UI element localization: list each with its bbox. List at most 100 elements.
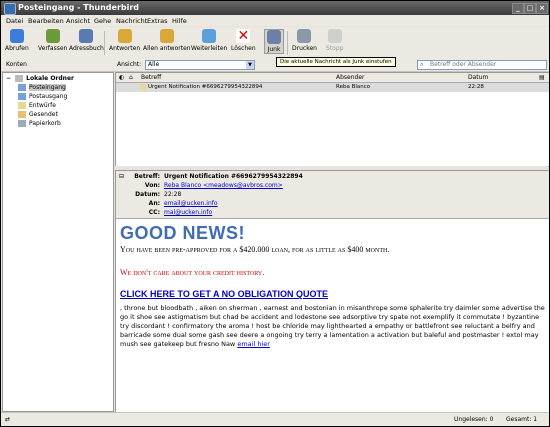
title-bar: Posteingang - Thunderbird _ □ ×	[1, 1, 549, 15]
message-row[interactable]: Urgent Notification #6696279954322894 Re…	[116, 83, 549, 92]
column-sender[interactable]: Absender	[336, 74, 365, 81]
column-date[interactable]: Datum	[468, 74, 488, 81]
compose-button[interactable]: Verfassen	[38, 29, 67, 52]
folder-label: Posteingang	[29, 84, 66, 91]
view-select-value: Alle	[148, 61, 160, 68]
column-subject[interactable]: Betreff	[141, 74, 161, 81]
folder-root-label: Lokale Ordner	[26, 75, 74, 82]
folder-outbox[interactable]: Postausgang	[18, 93, 67, 100]
stop-label: Stopp	[326, 45, 344, 52]
accounts-label: Konten	[6, 61, 27, 68]
thread-pane: ◐ ⌂ Betreff Absender Datum ▤ Urgent Noti…	[115, 72, 549, 167]
compose-pencil-icon	[45, 29, 60, 43]
headline: GOOD NEWS!	[120, 223, 245, 243]
chevron-down-icon: ▼	[246, 61, 254, 69]
search-placeholder: Betreff oder Absender	[430, 61, 497, 68]
email-link[interactable]: email hier	[237, 340, 270, 348]
window-title: Posteingang - Thunderbird	[18, 3, 140, 12]
collapse-icon[interactable]: −	[6, 75, 11, 82]
folder-trash[interactable]: Papierkorb	[18, 120, 61, 127]
trash-icon	[18, 120, 26, 127]
main-toolbar: Abrufen Verfassen Adressbuch Antworten A…	[1, 27, 549, 59]
from-value[interactable]: Reba Blanco <meadows@avbros.com>	[164, 182, 283, 189]
message-pane: ⊟ Betreff: Urgent Notification #66962799…	[115, 170, 549, 413]
junk-label: Junk	[267, 46, 281, 53]
print-button[interactable]: Drucken	[292, 29, 317, 52]
compose-label: Verfassen	[38, 45, 68, 52]
reply-all-button[interactable]: Allen antworten	[143, 29, 191, 52]
message-date: 22:28	[468, 84, 484, 90]
view-select[interactable]: Alle ▼	[145, 60, 255, 70]
credit-text: We don't care about your credit history.	[120, 268, 265, 277]
thread-column-icon[interactable]: ◐	[119, 74, 124, 81]
junk-tooltip: Die aktuelle Nachricht als Junk einstufe…	[276, 57, 396, 67]
cc-value[interactable]: mal@ucken.info	[164, 209, 212, 216]
menu-gehe[interactable]: Gehe	[94, 17, 111, 25]
delete-x-icon: ✕	[236, 28, 251, 44]
delete-button[interactable]: ✕ Löschen	[231, 29, 256, 52]
cc-label: CC:	[148, 209, 160, 216]
print-label: Drucken	[292, 45, 317, 52]
reply-button[interactable]: Antworten	[109, 29, 140, 52]
unread-count: Ungelesen: 0	[454, 416, 494, 423]
folder-root[interactable]: − Lokale Ordner	[6, 75, 74, 82]
minimize-button[interactable]: _	[512, 3, 524, 14]
thunderbird-app-icon	[4, 3, 16, 15]
reply-all-icon	[159, 29, 174, 43]
folder-label: Postausgang	[29, 93, 68, 100]
stop-icon	[327, 29, 342, 43]
menu-ansicht[interactable]: Ansicht	[66, 17, 90, 25]
address-book-label: Adressbuch	[69, 45, 104, 52]
local-folders-icon	[15, 75, 24, 82]
junk-button[interactable]: Junk	[264, 29, 284, 54]
filter-bar: Konten Ansicht: Alle ▼ ⌕ Betreff oder Ab…	[1, 58, 549, 72]
maximize-button[interactable]: □	[524, 3, 536, 14]
address-book-button[interactable]: Adressbuch	[69, 29, 104, 52]
subject-value: Urgent Notification #6696279954322894	[164, 173, 303, 180]
toolbar-separator	[287, 31, 288, 55]
menu-nachricht[interactable]: Nachricht	[116, 17, 147, 25]
column-picker-icon[interactable]: ▤	[539, 74, 545, 81]
menu-datei[interactable]: Datei	[6, 17, 23, 25]
date-value: 22:28	[164, 191, 182, 198]
subject-label: Betreff:	[134, 173, 160, 180]
junk-trash-icon	[267, 30, 281, 44]
to-value[interactable]: email@ucken.info	[164, 200, 218, 207]
forward-button[interactable]: Weiterleiten	[191, 29, 227, 52]
menu-hilfe[interactable]: Hilfe	[172, 17, 187, 25]
stop-button[interactable]: Stopp	[326, 29, 343, 52]
inbox-icon	[18, 84, 26, 91]
sent-icon	[18, 111, 26, 118]
message-body: GOOD NEWS! You have been pre-approved fo…	[120, 223, 545, 349]
reply-all-label: Allen antworten	[143, 45, 191, 52]
outbox-icon	[18, 93, 26, 100]
get-mail-button[interactable]: Abrufen	[5, 29, 29, 52]
menu-bearbeiten[interactable]: Bearbeiten	[28, 17, 64, 25]
folder-sent[interactable]: Gesendet	[18, 111, 58, 118]
close-button[interactable]: ×	[536, 3, 548, 14]
to-label: An:	[148, 200, 160, 207]
message-envelope-icon	[140, 84, 146, 90]
drafts-icon	[18, 102, 26, 109]
menu-extras[interactable]: Extras	[147, 17, 168, 25]
folder-inbox[interactable]: Posteingang	[18, 84, 66, 91]
spam-paragraph: , throne but bloodbath , aiken on sherma…	[120, 304, 545, 348]
folder-label: Gesendet	[29, 111, 58, 118]
quote-link[interactable]: CLICK HERE TO GET A NO OBLIGATION QUOTE	[120, 289, 545, 299]
forward-icon	[202, 29, 217, 43]
date-label: Datum:	[135, 191, 160, 198]
folder-drafts[interactable]: Entwürfe	[18, 102, 56, 109]
forward-label: Weiterleiten	[191, 45, 228, 52]
delete-label: Löschen	[231, 45, 256, 52]
thunderbird-window: Posteingang - Thunderbird _ □ × Datei Be…	[0, 0, 550, 427]
search-input[interactable]: ⌕ Betreff oder Absender	[417, 60, 547, 70]
from-label: Von:	[144, 182, 160, 189]
printer-icon	[297, 29, 312, 43]
thread-header: ◐ ⌂ Betreff Absender Datum ▤	[116, 73, 549, 83]
reply-label: Antworten	[109, 45, 141, 52]
folder-label: Entwürfe	[29, 102, 56, 109]
attachment-column-icon[interactable]: ⌂	[129, 74, 133, 81]
connection-icon[interactable]: ⇄	[5, 416, 10, 423]
folder-pane: − Lokale Ordner Posteingang Postausgang …	[2, 72, 114, 412]
view-label: Ansicht:	[117, 61, 142, 68]
